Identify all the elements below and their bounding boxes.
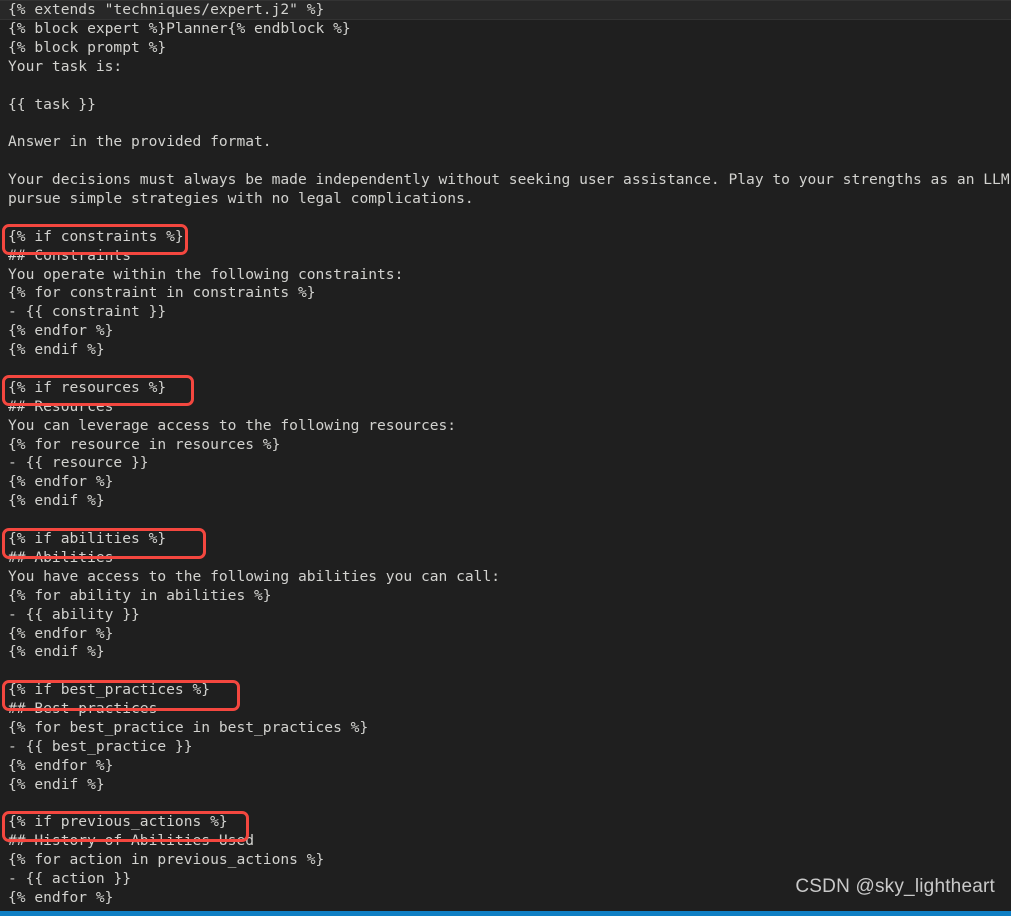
code-line[interactable]: {% if constraints %} — [0, 228, 1011, 247]
code-line[interactable]: {% if abilities %} — [0, 530, 1011, 549]
code-line[interactable]: ## Best practices — [0, 700, 1011, 719]
code-line[interactable]: {% endfor %} — [0, 625, 1011, 644]
code-editor[interactable]: {% extends "techniques/expert.j2" %} {% b… — [0, 0, 1011, 916]
code-line[interactable]: {% endfor %} — [0, 473, 1011, 492]
code-line[interactable]: - {{ resource }} — [0, 454, 1011, 473]
code-line[interactable]: {% for constraint in constraints %} — [0, 284, 1011, 303]
code-line[interactable] — [0, 795, 1011, 814]
status-bar — [0, 911, 1011, 916]
code-line[interactable]: {% endfor %} — [0, 322, 1011, 341]
code-line[interactable] — [0, 360, 1011, 379]
code-line[interactable]: pursue simple strategies with no legal c… — [0, 190, 1011, 209]
code-line[interactable]: {% endif %} — [0, 776, 1011, 795]
code-line[interactable] — [0, 77, 1011, 96]
code-line[interactable]: {% endfor %} — [0, 757, 1011, 776]
code-line[interactable]: ## Abilities — [0, 549, 1011, 568]
code-line[interactable]: Answer in the provided format. — [0, 133, 1011, 152]
code-line[interactable]: {% block expert %}Planner{% endblock %} — [0, 20, 1011, 39]
code-line[interactable]: You operate within the following constra… — [0, 266, 1011, 285]
code-line[interactable]: ## History of Abilities Used — [0, 832, 1011, 851]
code-line[interactable]: {{ task }} — [0, 96, 1011, 115]
code-line[interactable]: Your task is: — [0, 58, 1011, 77]
code-line[interactable]: {% for best_practice in best_practices %… — [0, 719, 1011, 738]
code-line[interactable] — [0, 152, 1011, 171]
code-line[interactable]: {% endif %} — [0, 492, 1011, 511]
watermark-text: CSDN @sky_lightheart — [795, 876, 995, 897]
code-line[interactable]: - {{ ability }} — [0, 606, 1011, 625]
code-line[interactable]: {% for ability in abilities %} — [0, 587, 1011, 606]
code-line[interactable] — [0, 511, 1011, 530]
code-line[interactable]: {% for resource in resources %} — [0, 436, 1011, 455]
code-line[interactable] — [0, 209, 1011, 228]
code-line[interactable]: ## Constraints — [0, 247, 1011, 266]
code-line[interactable]: {% if previous_actions %} — [0, 813, 1011, 832]
code-line[interactable]: {% endif %} — [0, 643, 1011, 662]
code-line[interactable]: You can leverage access to the following… — [0, 417, 1011, 436]
code-line[interactable]: {% extends "techniques/expert.j2" %} — [0, 0, 1011, 20]
code-line[interactable]: - {{ best_practice }} — [0, 738, 1011, 757]
code-line[interactable]: You have access to the following abiliti… — [0, 568, 1011, 587]
code-line[interactable] — [0, 662, 1011, 681]
code-line[interactable]: {% if resources %} — [0, 379, 1011, 398]
code-line[interactable]: - {{ constraint }} — [0, 303, 1011, 322]
code-line[interactable]: {% for action in previous_actions %} — [0, 851, 1011, 870]
code-line[interactable] — [0, 114, 1011, 133]
code-line[interactable]: {% if best_practices %} — [0, 681, 1011, 700]
code-line[interactable]: Your decisions must always be made indep… — [0, 171, 1011, 190]
code-text-area[interactable]: {% extends "techniques/expert.j2" %} {% b… — [0, 0, 1011, 911]
code-line[interactable]: {% block prompt %} — [0, 39, 1011, 58]
code-line[interactable]: ## Resources — [0, 398, 1011, 417]
code-line[interactable]: {% endif %} — [0, 341, 1011, 360]
